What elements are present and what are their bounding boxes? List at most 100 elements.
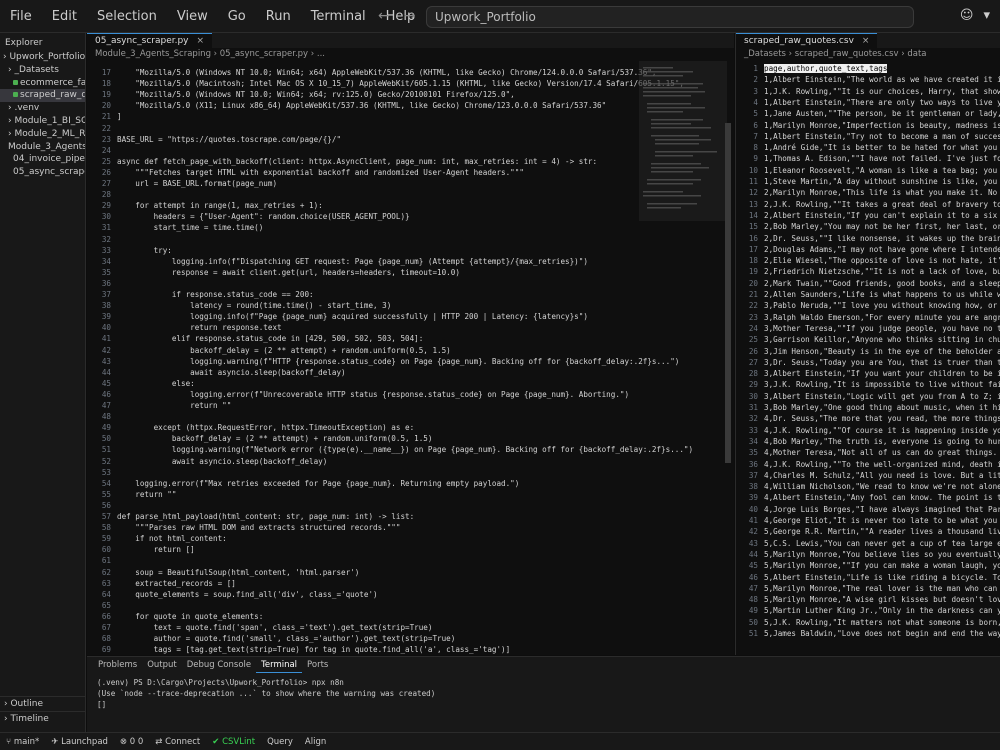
query-button[interactable]: Query xyxy=(261,737,299,747)
minimap[interactable] xyxy=(639,61,727,655)
line-number: 48 xyxy=(748,595,758,605)
tab-ports[interactable]: Ports xyxy=(302,657,333,673)
code-line: 69 tags = [tag.get_text(strip=True) for … xyxy=(87,644,647,655)
tree-item[interactable]: 05_async_scraper.py xyxy=(0,166,85,179)
csv-row: 31 3,Bob Marley,"One good thing about mus… xyxy=(736,402,1000,413)
tab-async-scraper[interactable]: 05_async_scraper.py × xyxy=(87,33,213,48)
csv-row: 44 5,Marilyn Monroe,"You believe lies so … xyxy=(736,549,1000,560)
forward-arrow-icon[interactable]: → xyxy=(404,8,416,24)
line-number: 27 xyxy=(748,357,758,367)
menu-item-go[interactable]: Go xyxy=(218,0,256,33)
tree-item[interactable]: › Upwork_Portfolio xyxy=(0,51,85,64)
tab-output[interactable]: Output xyxy=(142,657,182,673)
tree-item[interactable]: ecommerce_fact_s... xyxy=(0,77,85,90)
command-center-search[interactable]: Upwork_Portfolio xyxy=(426,6,914,28)
terminal-output[interactable]: (.venv) PS D:\Cargo\Projects\Upwork_Port… xyxy=(87,673,1000,710)
tree-item[interactable]: › _Datasets xyxy=(0,64,85,77)
outline-section[interactable]: › Outline xyxy=(0,696,86,711)
csv-text: 2,Friedrich Nietzsche,""It is not a lack… xyxy=(764,267,1000,277)
tab-problems[interactable]: Problems xyxy=(93,657,142,673)
code-line: 38 latency = round(time.time() - start_t… xyxy=(87,300,647,311)
line-number: 30 xyxy=(101,212,111,222)
code-text: try: xyxy=(117,245,172,255)
menu-item-edit[interactable]: Edit xyxy=(42,0,87,33)
csv-text: 5,Albert Einstein,"Life is like riding a… xyxy=(764,572,1000,582)
line-number: 14 xyxy=(748,210,758,220)
line-number: 57 xyxy=(101,512,111,521)
csv-row: 4 1,Albert Einstein,"There are only two w… xyxy=(736,97,1000,108)
tab-debug-console[interactable]: Debug Console xyxy=(182,657,256,673)
menu-item-view[interactable]: View xyxy=(167,0,218,33)
csv-row: 6 1,Marilyn Monroe,"Imperfection is beaut… xyxy=(736,120,1000,131)
csv-row: 23 3,Ralph Waldo Emerson,"For every minut… xyxy=(736,312,1000,323)
csv-text: 1,Albert Einstein,"The world as we have … xyxy=(764,75,1000,85)
branch-indicator[interactable]: ⑂ main* xyxy=(0,737,45,747)
csv-row: 43 5,C.S. Lewis,"You can never get a cup … xyxy=(736,538,1000,549)
menu-item-selection[interactable]: Selection xyxy=(87,0,167,33)
connect-button[interactable]: ⇄ Connect xyxy=(149,737,206,747)
tree-item[interactable]: › Module_1_BI_SQL xyxy=(0,115,85,128)
menu-item-terminal[interactable]: Terminal xyxy=(301,0,376,33)
csv-editor[interactable]: 1 page,author,quote_text,tags 2 1,Albert Ei… xyxy=(736,61,1000,655)
menu-item-file[interactable]: File xyxy=(0,0,42,33)
copilot-icon[interactable]: ☺ xyxy=(960,8,974,23)
code-text: backoff_delay = (2 ** attempt) + random.… xyxy=(117,345,451,355)
tree-item[interactable]: › .venv xyxy=(0,102,85,115)
csv-row: 2 1,Albert Einstein,"The world as we have… xyxy=(736,74,1000,85)
tab-terminal[interactable]: Terminal xyxy=(256,657,303,673)
line-number: 41 xyxy=(101,334,111,344)
csv-row: 42 5,George R.R. Martin,""A reader lives … xyxy=(736,526,1000,537)
close-icon[interactable]: × xyxy=(197,36,205,46)
csv-row: 15 2,Bob Marley,"You may not be her first… xyxy=(736,221,1000,232)
code-line: 23 BASE_URL = "https://quotes.toscrape.co… xyxy=(87,134,647,145)
line-number: 3 xyxy=(753,86,758,96)
code-line: 26 """Fetches target HTML with exponenti… xyxy=(87,167,647,178)
chevron-down-icon[interactable]: ▾ xyxy=(983,8,990,23)
csv-row: 17 2,Douglas Adams,"I may not have gone w… xyxy=(736,244,1000,255)
code-line: 34 logging.info(f"Dispatching GET reques… xyxy=(87,256,647,267)
line-number: 69 xyxy=(101,645,111,655)
problems-indicator[interactable]: ⊗ 0 0 xyxy=(114,737,149,747)
tree-item[interactable]: › Module_2_ML_R xyxy=(0,128,85,141)
code-line: 35 response = await client.get(url, head… xyxy=(87,267,647,278)
tree-item[interactable]: scraped_raw_quot... xyxy=(0,89,85,103)
line-number: 45 xyxy=(101,378,111,388)
timeline-section[interactable]: › Timeline xyxy=(0,711,86,726)
line-number: 22 xyxy=(748,301,758,311)
code-line: 28 xyxy=(87,189,647,200)
code-text: BASE_URL = "https://quotes.toscrape.com/… xyxy=(117,134,342,144)
align-button[interactable]: Align xyxy=(299,737,332,747)
line-number: 43 xyxy=(748,538,758,548)
code-line: 22 xyxy=(87,123,647,134)
csvlint-indicator[interactable]: ✔ CSVLint xyxy=(206,737,261,747)
line-number: 5 xyxy=(753,109,758,119)
code-line: 66 for quote in quote_elements: xyxy=(87,611,647,622)
line-number: 21 xyxy=(101,112,111,122)
tree-item[interactable]: Module_3_Agents_S... xyxy=(0,141,85,154)
code-text: headers = {"User-Agent": random.choice(U… xyxy=(117,212,410,222)
line-number: 8 xyxy=(753,143,758,153)
line-number: 32 xyxy=(748,414,758,424)
close-icon[interactable]: × xyxy=(862,36,870,46)
csv-text: 4,George Eliot,"It is never too late to … xyxy=(764,516,1000,525)
csv-text: 2,Albert Einstein,"If you can't explain … xyxy=(764,210,1000,220)
minimap-graphic xyxy=(639,61,727,221)
tree-item[interactable]: 04_invoice_pipelin... xyxy=(0,153,85,166)
menu-item-run[interactable]: Run xyxy=(256,0,301,33)
code-line: 62 soup = BeautifulSoup(html_content, 'h… xyxy=(87,567,647,578)
tree-item-label: Module_1_BI_SQL xyxy=(14,115,85,126)
launchpad-button[interactable]: ✈ Launchpad xyxy=(45,737,114,747)
line-number: 46 xyxy=(101,389,111,399)
code-text: ] xyxy=(117,112,122,122)
csv-text: 4,J.K. Rowling,""To the well-organized m… xyxy=(764,459,1000,469)
code-line: 24 xyxy=(87,145,647,156)
code-line: 47 return "" xyxy=(87,400,647,411)
line-number: 23 xyxy=(101,134,111,144)
back-arrow-icon[interactable]: ← xyxy=(378,8,390,24)
line-number: 29 xyxy=(101,201,111,211)
csv-row: 29 3,J.K. Rowling,"It is impossible to li… xyxy=(736,379,1000,390)
code-editor[interactable]: 17 "Mozilla/5.0 (Windows NT 10.0; Win64;… xyxy=(87,61,734,655)
code-text: for attempt in range(1, max_retries + 1)… xyxy=(117,201,323,211)
editor-scrollbar[interactable] xyxy=(725,123,731,463)
tab-scraped-quotes-csv[interactable]: scraped_raw_quotes.csv × xyxy=(736,33,878,48)
